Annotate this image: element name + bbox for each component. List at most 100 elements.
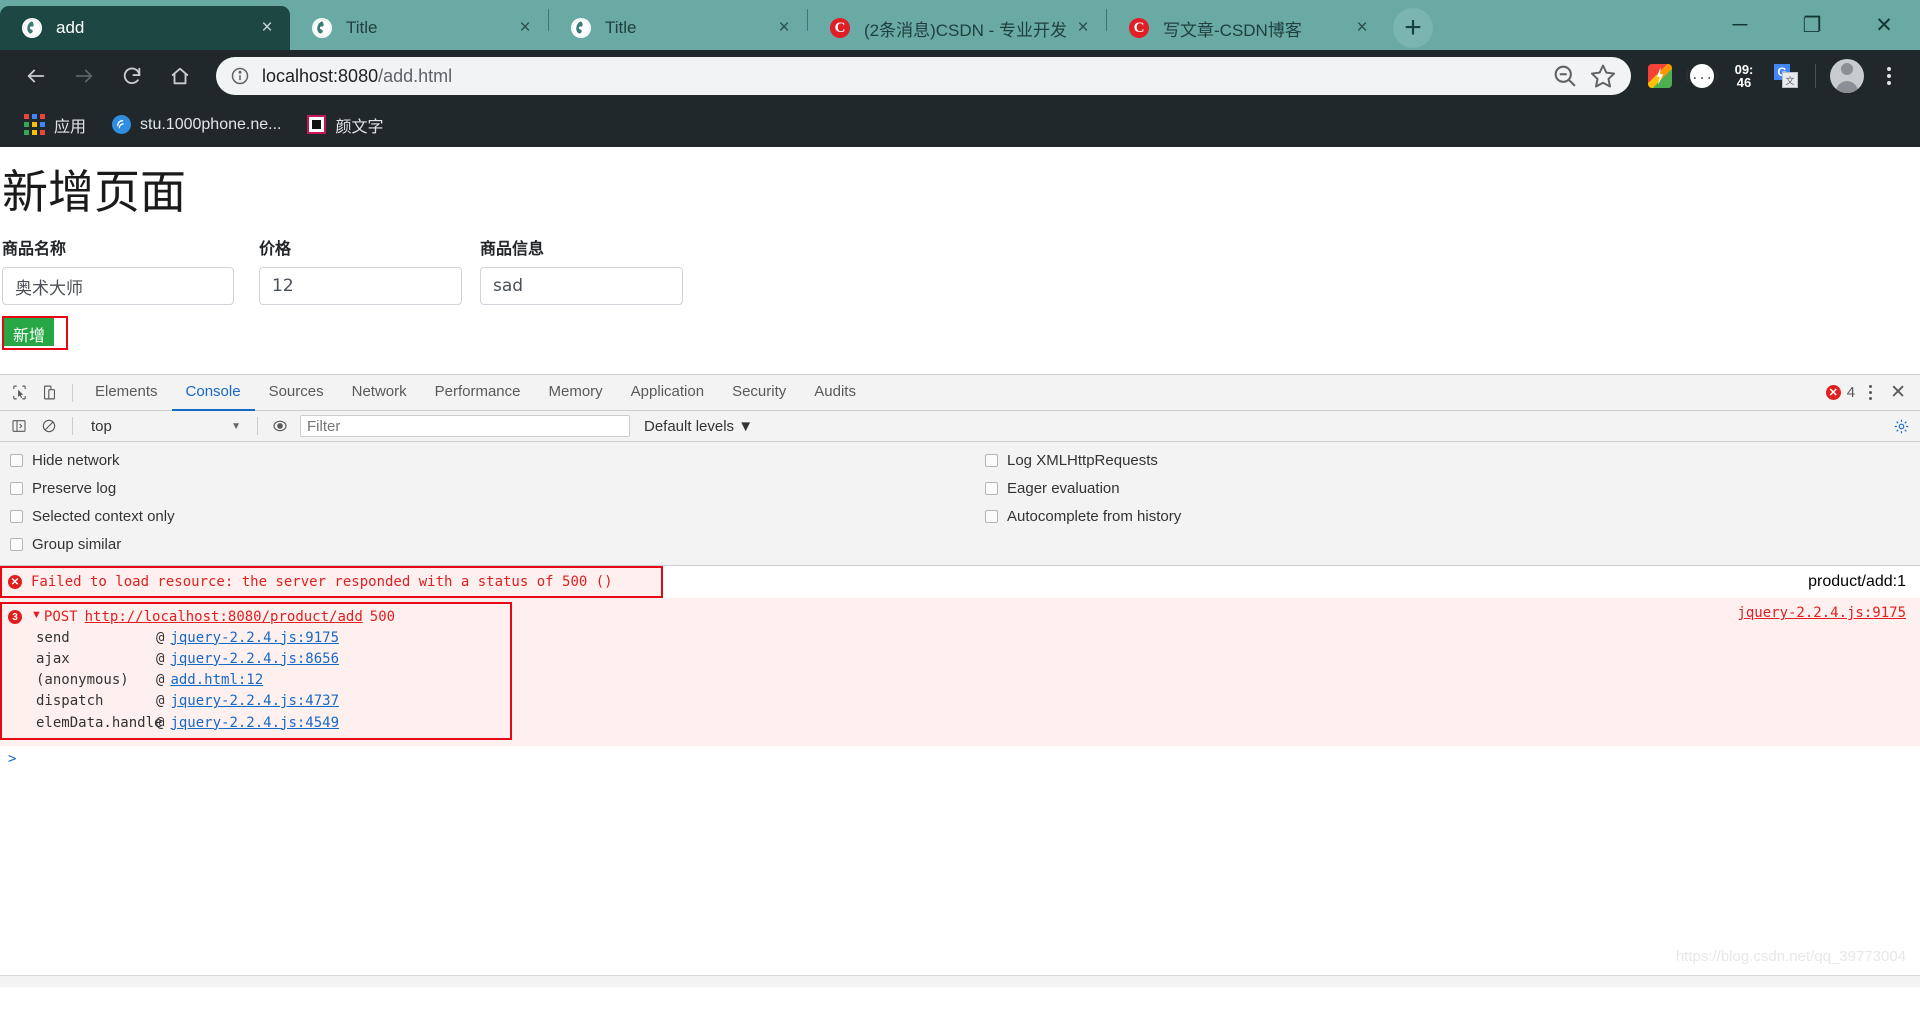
checkbox-group-similar[interactable]: Group similar	[10, 536, 975, 553]
checkbox-box[interactable]	[985, 454, 998, 467]
console-stack-source-link[interactable]: jquery-2.2.4.js:9175	[1725, 605, 1906, 621]
clock-minutes: 46	[1736, 75, 1752, 90]
stack-frame: dispatch @ jquery-2.2.4.js:4737	[8, 691, 506, 712]
extension-lightning-icon[interactable]	[1639, 55, 1681, 97]
bookmark-label: 应用	[54, 118, 87, 136]
stack-frame-at: @	[156, 672, 165, 689]
devtools-tab-elements[interactable]: Elements	[81, 375, 172, 411]
page-info-icon[interactable]	[230, 66, 250, 86]
devtools-menu-icon[interactable]	[1855, 385, 1886, 400]
plus-icon: +	[1393, 8, 1433, 48]
devtools-tab-memory[interactable]: Memory	[535, 375, 617, 411]
browser-tab-title-2[interactable]: Title ×	[549, 6, 807, 50]
new-tab-button[interactable]: +	[1385, 6, 1441, 50]
submit-button[interactable]: 新增	[4, 318, 55, 347]
tab-close-icon[interactable]: ×	[1345, 17, 1379, 39]
checkbox-box[interactable]	[10, 482, 23, 495]
forward-button[interactable]	[60, 56, 108, 96]
browser-toolbar: localhost:8080/add.html {...} 09: 46 G 文	[0, 50, 1920, 102]
inspect-element-icon[interactable]	[4, 379, 34, 407]
bookmark-kaomoji[interactable]: 颜文字	[297, 108, 393, 142]
reload-button[interactable]	[108, 56, 156, 96]
devtools-tab-console[interactable]: Console	[171, 375, 255, 411]
devtools-tab-performance[interactable]: Performance	[421, 375, 535, 411]
checkbox-hide-network[interactable]: Hide network	[10, 452, 975, 469]
stack-frame-location[interactable]: jquery-2.2.4.js:9175	[170, 628, 339, 649]
bookmark-label: stu.1000phone.ne...	[140, 115, 282, 133]
bookmarks-bar: 应用 stu.1000phone.ne... 颜文字	[0, 102, 1920, 147]
devtools-tab-security[interactable]: Security	[718, 375, 800, 411]
devtools-tab-network[interactable]: Network	[338, 375, 421, 411]
zoom-out-icon[interactable]	[1551, 62, 1579, 90]
back-button[interactable]	[12, 56, 60, 96]
browser-tab-csdn-write[interactable]: C 写文章-CSDN博客 ×	[1107, 6, 1385, 50]
stack-frame-location[interactable]: jquery-2.2.4.js:8656	[170, 649, 339, 670]
checkbox-selected-context-only[interactable]: Selected context only	[10, 508, 975, 525]
extension-braces-icon[interactable]: {...}	[1681, 55, 1723, 97]
console-network-error-header[interactable]: 3 ▼ POST http://localhost:8080/product/a…	[8, 607, 506, 627]
browser-tab-title-1[interactable]: Title ×	[290, 6, 548, 50]
input-product-name[interactable]	[2, 267, 234, 306]
error-count-badge[interactable]: ✕ 4	[1825, 384, 1855, 401]
tab-close-icon[interactable]: ×	[1066, 17, 1100, 39]
console-prompt-row[interactable]: >	[0, 746, 1920, 772]
toggle-device-toolbar-icon[interactable]	[34, 379, 64, 407]
bookmark-stu1000phone[interactable]: stu.1000phone.ne...	[102, 110, 291, 139]
window-close-button[interactable]: ✕	[1848, 0, 1920, 50]
toolbar-divider	[1815, 64, 1816, 88]
browser-tab-csdn-messages[interactable]: C (2条消息)CSDN - 专业开发 ×	[808, 6, 1106, 50]
form-group-product-name: 商品名称	[2, 235, 234, 306]
console-settings-panel: Hide network Preserve log Selected conte…	[0, 442, 1920, 566]
devtools-tab-application[interactable]: Application	[617, 375, 718, 411]
console-network-error-group[interactable]: 3 ▼ POST http://localhost:8080/product/a…	[0, 598, 1920, 746]
checkbox-box[interactable]	[10, 454, 23, 467]
tab-close-icon[interactable]: ×	[508, 17, 542, 39]
stack-frame: elemData.handle @ jquery-2.2.4.js:4549	[8, 713, 506, 734]
clear-console-icon[interactable]	[34, 412, 64, 440]
devtools-tab-sources[interactable]: Sources	[255, 375, 338, 411]
checkbox-box[interactable]	[985, 482, 998, 495]
input-product-info[interactable]	[480, 267, 683, 306]
checkbox-box[interactable]	[10, 510, 23, 523]
checkbox-preserve-log[interactable]: Preserve log	[10, 480, 975, 497]
home-button[interactable]	[156, 56, 204, 96]
csdn-icon: C	[830, 18, 850, 38]
console-message-source-link[interactable]: product/add:1	[1808, 573, 1906, 590]
console-error-message[interactable]: ✕ Failed to load resource: the server re…	[0, 566, 663, 599]
stack-frame-location[interactable]: jquery-2.2.4.js:4549	[170, 713, 339, 734]
devtools-close-icon[interactable]: ✕	[1886, 381, 1910, 404]
minimize-button[interactable]: ─	[1704, 0, 1776, 50]
live-expression-icon[interactable]	[266, 414, 294, 438]
console-filter-input[interactable]	[300, 415, 630, 437]
browser-tab-add[interactable]: add ×	[0, 6, 290, 50]
maximize-button[interactable]: ❐	[1776, 0, 1848, 50]
tab-close-icon[interactable]: ×	[767, 17, 801, 39]
checkbox-box[interactable]	[10, 538, 23, 551]
stack-frame-location[interactable]: jquery-2.2.4.js:4737	[170, 691, 339, 712]
address-bar[interactable]: localhost:8080/add.html	[216, 57, 1631, 95]
stack-frame-function: elemData.handle	[36, 714, 163, 731]
extension-google-translate-icon[interactable]: G 文	[1765, 55, 1807, 97]
stack-frame-location[interactable]: add.html:12	[170, 670, 263, 691]
console-log-levels-select[interactable]: Default levels ▼	[644, 418, 753, 435]
bookmark-star-icon[interactable]	[1589, 62, 1617, 90]
csdn-icon: C	[1129, 18, 1149, 38]
page-content: 新增页面 商品名称 价格 商品信息 新增	[0, 147, 1920, 374]
bookmark-apps[interactable]: 应用	[14, 108, 96, 142]
checkbox-eager-evaluation[interactable]: Eager evaluation	[985, 480, 1181, 497]
input-price[interactable]	[259, 267, 462, 306]
console-sidebar-toggle-icon[interactable]	[4, 412, 34, 440]
checkbox-autocomplete-from-history[interactable]: Autocomplete from history	[985, 508, 1181, 525]
toolbar-divider	[72, 383, 73, 402]
expand-triangle-icon[interactable]: ▼	[31, 607, 42, 625]
extension-clock[interactable]: 09: 46	[1723, 55, 1765, 97]
devtools-tab-audits[interactable]: Audits	[800, 375, 870, 411]
avatar[interactable]	[1830, 59, 1864, 93]
console-context-select[interactable]: top ▼	[81, 418, 249, 435]
checkbox-box[interactable]	[985, 510, 998, 523]
devtools-settings-gear-icon[interactable]	[1893, 418, 1920, 435]
browser-menu-icon[interactable]	[1870, 57, 1908, 95]
tab-close-icon[interactable]: ×	[250, 17, 284, 39]
console-request-url[interactable]: http://localhost:8080/product/add	[85, 607, 363, 627]
checkbox-log-xmlhttprequests[interactable]: Log XMLHttpRequests	[985, 452, 1181, 469]
